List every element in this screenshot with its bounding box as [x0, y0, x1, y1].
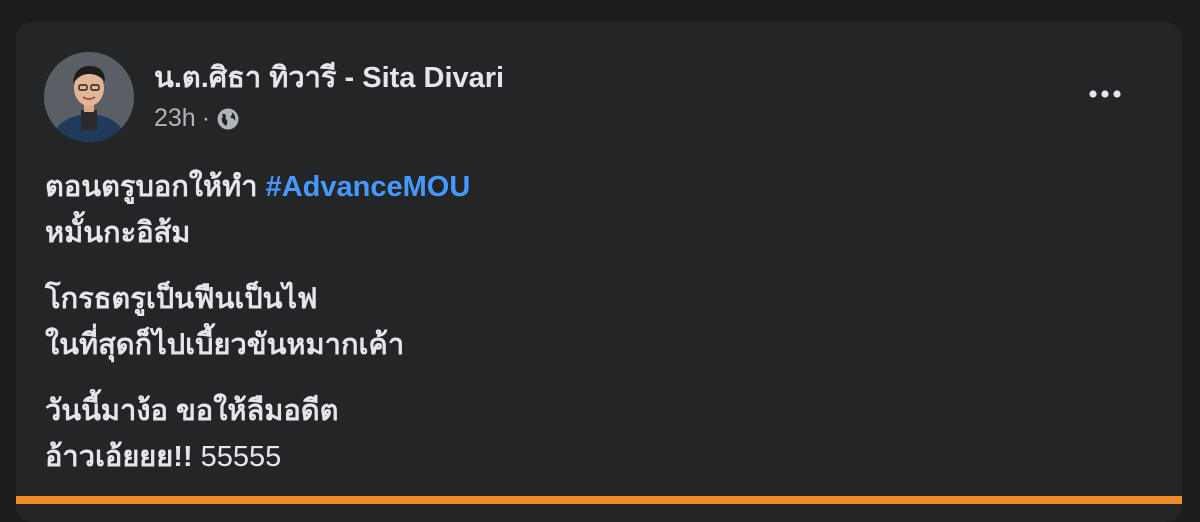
accent-strip — [16, 496, 1182, 504]
paragraph-2-line-1: โกรธตรูเป็นฟืนเป็นไฟ — [45, 283, 318, 315]
globe-icon[interactable] — [216, 107, 240, 131]
more-options-icon — [1089, 90, 1121, 98]
profile-photo — [44, 52, 134, 142]
paragraph-1: ตอนตรูบอกให้ทำ #AdvanceMOU หมั้นกะอิส้ม — [45, 164, 1145, 256]
paragraph-3-line-1: วันนี้มาง้อ ขอให้ลืมอดีต — [45, 395, 339, 427]
laugh-number: 55555 — [200, 441, 282, 473]
paragraph-1-line-2: หมั้นกะอิส้ม — [45, 217, 191, 249]
timestamp[interactable]: 23h — [154, 104, 196, 133]
paragraph-3-line-2-text: อ้าวเอ้ยยย!! — [45, 441, 193, 473]
hashtag-link[interactable]: #AdvanceMOU — [266, 171, 471, 203]
paragraph-2: โกรธตรูเป็นฟืนเป็นไฟ ในที่สุดก็ไปเบี้ยวข… — [45, 276, 1145, 368]
avatar[interactable] — [44, 52, 134, 142]
paragraph-1-line-1-text: ตอนตรูบอกให้ทำ — [45, 171, 258, 203]
more-options-button[interactable] — [1080, 76, 1130, 112]
post-card: น.ต.ศิธา ทิวารี - Sita Divari 23h · ตอนต… — [16, 22, 1182, 522]
paragraph-2-line-2: ในที่สุดก็ไปเบี้ยวขันหมากเค้า — [45, 329, 405, 361]
paragraph-3-line-2: อ้าวเอ้ยยย!! 55555 — [45, 434, 1145, 480]
paragraph-3: วันนี้มาง้อ ขอให้ลืมอดีต อ้าวเอ้ยยย!! 55… — [45, 388, 1145, 480]
paragraph-1-line-1: ตอนตรูบอกให้ทำ #AdvanceMOU — [45, 164, 1145, 210]
meta-separator: · — [201, 104, 211, 132]
post-meta: 23h · — [154, 104, 240, 133]
post-body: ตอนตรูบอกให้ทำ #AdvanceMOU หมั้นกะอิส้ม … — [45, 164, 1145, 500]
author-name[interactable]: น.ต.ศิธา ทิวารี - Sita Divari — [154, 54, 504, 100]
